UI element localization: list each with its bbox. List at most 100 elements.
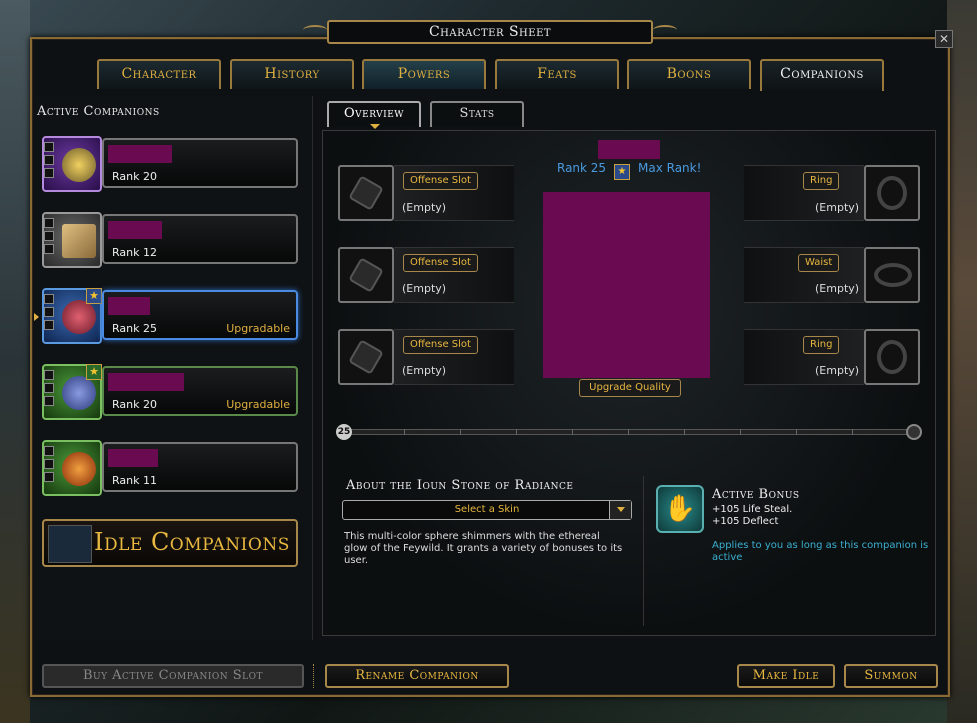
tab-history[interactable]: History [230, 59, 354, 89]
xp-tick [684, 429, 685, 435]
checkbox-icon [44, 244, 54, 254]
ring-slot-button[interactable]: Ring [803, 172, 840, 190]
xp-track [346, 429, 912, 435]
spirit-icon [62, 376, 96, 410]
idle-companions-button[interactable]: Idle Companions [42, 519, 298, 567]
xp-tick [740, 429, 741, 435]
companion-row[interactable]: Rank 11 [42, 440, 298, 496]
companion-row[interactable]: Rank 12 [42, 212, 298, 268]
max-rank-label: Max Rank! [638, 161, 702, 175]
star-icon: ★ [86, 364, 102, 380]
redacted-name [108, 449, 158, 467]
xp-tick [796, 429, 797, 435]
redacted-name [108, 221, 162, 239]
buy-companion-slot-button[interactable]: Buy Active Companion Slot [42, 664, 304, 688]
companion-name-box[interactable]: Rank 20 Upgradable [102, 366, 298, 416]
skin-select-dropdown[interactable]: Select a Skin [342, 500, 632, 520]
checkbox-icon [44, 155, 54, 165]
companion-rank: Rank 12 [112, 246, 157, 259]
companion-rank: Rank 20 [112, 398, 157, 411]
active-subtab-indicator-icon [370, 124, 380, 129]
slot-empty-text: (Empty) [815, 201, 860, 214]
section-divider [643, 476, 644, 626]
checkbox-icon [44, 446, 54, 456]
background-scene-left [0, 0, 30, 723]
offense-slot-button[interactable]: Offense Slot [403, 172, 478, 190]
companion-name-box[interactable]: Rank 12 [102, 214, 298, 264]
companion-rank: Rank 20 [112, 170, 157, 183]
offense-slot-button[interactable]: Offense Slot [403, 254, 478, 272]
xp-tick [460, 429, 461, 435]
waist-slot[interactable] [864, 247, 920, 303]
title-ornament-right [653, 25, 677, 35]
belt-icon [874, 263, 912, 287]
xp-progress-bar: 25 [336, 424, 922, 440]
chevron-down-icon[interactable] [609, 501, 631, 519]
tab-boons[interactable]: Boons [627, 59, 751, 89]
waist-slot-button[interactable]: Waist [798, 254, 840, 272]
scroll-icon [62, 224, 96, 258]
ring-slot-button[interactable]: Ring [803, 336, 840, 354]
xp-tick [516, 429, 517, 435]
checkbox-icon [44, 231, 54, 241]
slot-empty-text: (Empty) [402, 282, 447, 295]
summon-button[interactable]: Summon [844, 664, 938, 688]
tab-feats[interactable]: Feats [495, 59, 619, 89]
checkbox-icon [44, 472, 54, 482]
ring-icon [877, 176, 907, 210]
skin-select-label: Select a Skin [454, 504, 520, 515]
slot-empty-text: (Empty) [815, 282, 860, 295]
checkbox-icon [44, 307, 54, 317]
medal-icon [62, 148, 96, 182]
empty-slot-icon [348, 257, 384, 293]
slot-empty-text: (Empty) [815, 364, 860, 377]
footer-separator [313, 664, 314, 688]
bonus-line: +105 Life Steal. [712, 504, 793, 515]
checkbox-icon [44, 218, 54, 228]
rank-star-icon: ★ [614, 164, 630, 180]
offense-slot-button[interactable]: Offense Slot [403, 336, 478, 354]
companion-row[interactable]: Rank 20 [42, 136, 298, 192]
checkbox-icon [44, 168, 54, 178]
ioun-stone-icon [62, 300, 96, 334]
checkbox-icon [44, 383, 54, 393]
title-ornament-left [303, 25, 327, 35]
empty-slot-icon [348, 175, 384, 211]
companion-name-box[interactable]: Rank 20 [102, 138, 298, 188]
selected-indicator-icon [34, 313, 39, 321]
background-scene-right [947, 0, 977, 723]
companion-row[interactable]: ★ Rank 25 Upgradable [42, 288, 298, 344]
close-icon[interactable]: ✕ [935, 30, 953, 48]
xp-tick [404, 429, 405, 435]
checkbox-icon [44, 294, 54, 304]
tab-character[interactable]: Character [97, 59, 221, 89]
idle-companions-icon [48, 525, 92, 563]
checkbox-icon [44, 142, 54, 152]
redacted-companion-name [598, 140, 660, 159]
rename-companion-button[interactable]: Rename Companion [325, 664, 509, 688]
companion-name-box[interactable]: Rank 25 Upgradable [102, 290, 298, 340]
checkbox-icon [44, 459, 54, 469]
companion-name-box[interactable]: Rank 11 [102, 442, 298, 492]
subtab-stats[interactable]: Stats [430, 101, 524, 127]
about-title: About the Ioun Stone of Radiance [346, 478, 574, 493]
ring-slot-2[interactable] [864, 329, 920, 385]
xp-tick [852, 429, 853, 435]
tab-powers[interactable]: Powers [362, 59, 486, 89]
make-idle-button[interactable]: Make Idle [737, 664, 835, 688]
companion-rank-label: Rank 25 [557, 161, 607, 175]
ring-slot-1[interactable] [864, 165, 920, 221]
bonus-line: +105 Deflect [712, 516, 779, 527]
offense-slot-1[interactable] [338, 165, 394, 221]
offense-slot-3[interactable] [338, 329, 394, 385]
offense-slot-2[interactable] [338, 247, 394, 303]
checkbox-icon [44, 320, 54, 330]
redacted-name [108, 297, 150, 315]
companion-row[interactable]: ★ Rank 20 Upgradable [42, 364, 298, 420]
tab-companions[interactable]: Companions [760, 59, 884, 91]
companion-description: This multi-color sphere shimmers with th… [344, 531, 623, 566]
star-icon: ★ [86, 288, 102, 304]
active-bonus-title: Active Bonus [712, 487, 800, 502]
upgrade-quality-button[interactable]: Upgrade Quality [579, 379, 681, 397]
slot-empty-text: (Empty) [402, 364, 447, 377]
